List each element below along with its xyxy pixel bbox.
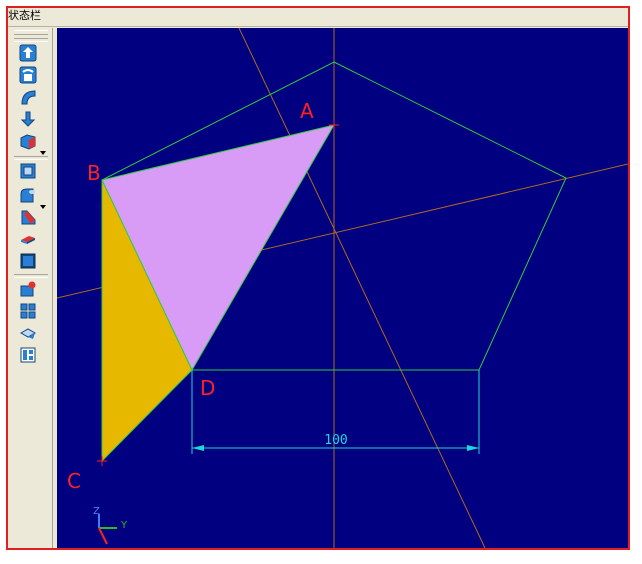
- 3d-viewport[interactable]: 100 A B C D Z Y: [57, 28, 628, 548]
- toolbar-separator: [14, 38, 48, 42]
- axis-label-z: Z: [93, 506, 100, 517]
- box-dropdown-chevron-down-icon[interactable]: [40, 140, 46, 155]
- shell-icon[interactable]: [19, 162, 37, 180]
- face-offset-icon[interactable]: [19, 230, 37, 248]
- fillet-icon[interactable]: [19, 186, 37, 204]
- model-canvas[interactable]: 100 A B C D Z Y: [57, 28, 628, 548]
- transform-icon[interactable]: [19, 324, 37, 342]
- axis-label-y: Y: [120, 520, 128, 531]
- application-window: 状态栏 100 A B C D Z Y: [6, 6, 630, 550]
- chamfer-icon[interactable]: [19, 208, 37, 226]
- toolbar-separator: [14, 156, 48, 160]
- toolbar-separator: [14, 274, 48, 278]
- x-axis-line: [98, 527, 108, 545]
- diagonal-construction-line: [238, 28, 486, 548]
- dimension-value[interactable]: 100: [324, 433, 347, 448]
- measure-icon[interactable]: [19, 346, 37, 364]
- modeling-toolbar: [10, 28, 53, 548]
- pattern-icon[interactable]: [19, 302, 37, 320]
- box-icon[interactable]: [19, 132, 37, 150]
- solid-icon[interactable]: [19, 252, 37, 270]
- fillet-dropdown-chevron-down-icon[interactable]: [40, 194, 46, 209]
- toolbar-grip[interactable]: [14, 30, 48, 35]
- push-pull-icon[interactable]: [19, 110, 37, 128]
- boolean-icon[interactable]: [19, 280, 37, 298]
- vertex-label-b: B: [87, 161, 101, 185]
- sweep-icon[interactable]: [19, 88, 37, 106]
- vertex-label-d: D: [200, 376, 215, 400]
- extrude-icon[interactable]: [19, 44, 37, 62]
- dimension-arrow-left: [192, 445, 204, 451]
- vertex-label-c: C: [67, 469, 81, 493]
- revolve-icon[interactable]: [19, 66, 37, 84]
- status-bar-title: 状态栏: [8, 9, 41, 22]
- vertex-label-a: A: [300, 99, 314, 123]
- status-bar: 状态栏: [8, 8, 628, 27]
- dimension-arrow-right: [467, 445, 479, 451]
